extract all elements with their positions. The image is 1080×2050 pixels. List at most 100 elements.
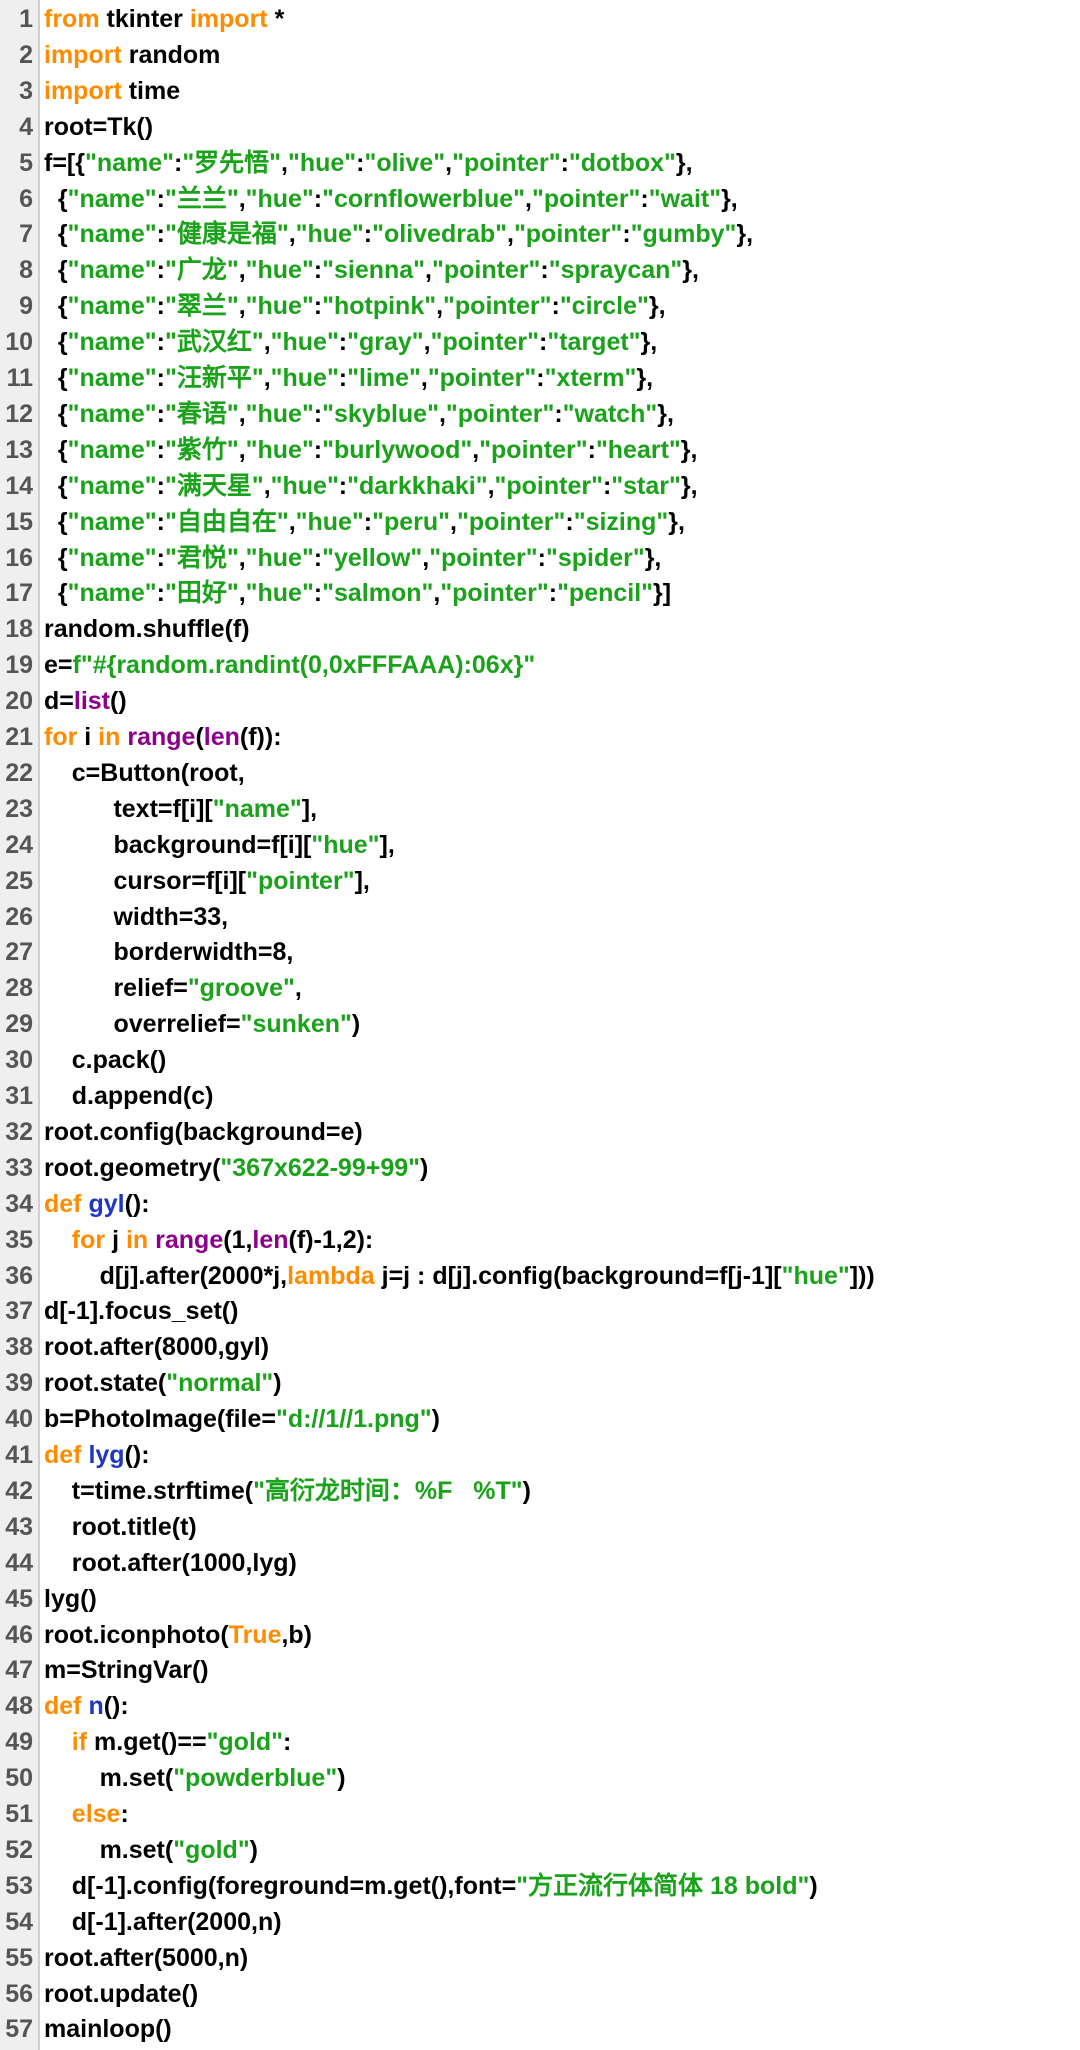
code-text: width=33, <box>44 899 228 935</box>
code-line[interactable]: 40 b=PhotoImage(file="d://1//1.png") <box>0 1401 1080 1437</box>
code-text: cursor=f[i]["pointer"], <box>44 863 370 899</box>
code-token-txt: , <box>487 471 495 500</box>
code-token-str: "自由自在" <box>164 507 289 536</box>
code-line[interactable]: 9 {"name":"翠兰","hue":"hotpink","pointer"… <box>0 288 1080 324</box>
code-line[interactable]: 30 c.pack() <box>0 1042 1080 1078</box>
code-line[interactable]: 56 root.update() <box>0 1976 1080 2012</box>
code-line[interactable]: 54 d[-1].after(2000,n) <box>0 1904 1080 1940</box>
code-line[interactable]: 31 d.append(c) <box>0 1078 1080 1114</box>
code-line[interactable]: 10 {"name":"武汉红","hue":"gray","pointer":… <box>0 324 1080 360</box>
code-token-txt: , <box>238 399 246 428</box>
code-line[interactable]: 47 m=StringVar() <box>0 1652 1080 1688</box>
code-line[interactable]: 36 d[j].after(2000*j,lambda j=j : d[j].c… <box>0 1258 1080 1294</box>
code-line[interactable]: 26 width=33, <box>0 899 1080 935</box>
code-token-txt: : <box>156 507 165 536</box>
code-line[interactable]: 11 {"name":"汪新平","hue":"lime","pointer":… <box>0 360 1080 396</box>
code-token-kw: def <box>44 1441 82 1469</box>
code-line[interactable]: 46 root.iconphoto(True,b) <box>0 1617 1080 1653</box>
code-line[interactable]: 5 f=[{"name":"罗先悟","hue":"olive","pointer… <box>0 145 1080 181</box>
code-line[interactable]: 29 overrelief="sunken") <box>0 1006 1080 1042</box>
code-token-str: "watch" <box>562 399 658 428</box>
code-token-kw: lambda <box>287 1261 375 1290</box>
code-text: root.state("normal") <box>44 1365 282 1401</box>
code-line[interactable]: 13 {"name":"紫竹","hue":"burlywood","point… <box>0 432 1080 468</box>
code-line[interactable]: 22 c=Button(root, <box>0 755 1080 791</box>
code-line[interactable]: 17 {"name":"田好","hue":"salmon","pointer"… <box>0 575 1080 611</box>
code-line[interactable]: 39 root.state("normal") <box>0 1365 1080 1401</box>
code-line[interactable]: 4 root=Tk() <box>0 109 1080 145</box>
code-line[interactable]: 48 def n(): <box>0 1688 1080 1724</box>
code-line[interactable]: 45 lyg() <box>0 1581 1080 1617</box>
code-token-txt: , <box>288 507 296 536</box>
code-line[interactable]: 25 cursor=f[i]["pointer"], <box>0 863 1080 899</box>
code-line[interactable]: 16 {"name":"君悦","hue":"yellow","pointer"… <box>0 540 1080 576</box>
code-token-txt: { <box>44 543 68 572</box>
code-token-txt: () <box>110 687 127 716</box>
code-token-txt: , <box>238 579 246 608</box>
code-line[interactable]: 32 root.config(background=e) <box>0 1114 1080 1150</box>
code-line[interactable]: 53 d[-1].config(foreground=m.get(),font=… <box>0 1868 1080 1904</box>
code-line[interactable]: 24 background=f[i]["hue"], <box>0 827 1080 863</box>
code-line[interactable]: 1 from tkinter import * <box>0 1 1080 37</box>
code-line[interactable]: 35 for j in range(1,len(f)-1,2): <box>0 1222 1080 1258</box>
code-token-txt: : <box>156 435 165 464</box>
code-token-def: gyl <box>88 1189 125 1218</box>
code-line[interactable]: 38 root.after(8000,gyl) <box>0 1329 1080 1365</box>
code-line[interactable]: 33 root.geometry("367x622-99+99") <box>0 1150 1080 1186</box>
code-token-txt: overrelief= <box>44 1010 241 1039</box>
code-line[interactable]: 21 for i in range(len(f)): <box>0 719 1080 755</box>
code-line[interactable]: 41 def lyg(): <box>0 1437 1080 1473</box>
code-line[interactable]: 49 if m.get()=="gold": <box>0 1724 1080 1760</box>
code-line[interactable]: 57 mainloop() <box>0 2011 1080 2047</box>
code-token-str: "name" <box>67 364 157 392</box>
code-text: {"name":"兰兰","hue":"cornflowerblue","poi… <box>44 181 738 217</box>
code-line[interactable]: 14 {"name":"满天星","hue":"darkkhaki","poin… <box>0 468 1080 504</box>
code-line[interactable]: 34 def gyl(): <box>0 1186 1080 1222</box>
code-token-txt: ], <box>354 866 370 895</box>
code-line[interactable]: 37 d[-1].focus_set() <box>0 1293 1080 1329</box>
code-editor[interactable]: 1 from tkinter import * 2 import random 3 imp… <box>0 0 1080 2050</box>
code-line[interactable]: 43 root.title(t) <box>0 1509 1080 1545</box>
code-token-str: f"#{random.randint(0,0xFFFAAA):06x}" <box>72 651 536 680</box>
line-number: 33 <box>5 1153 33 1182</box>
code-line[interactable]: 52 m.set("gold") <box>0 1832 1080 1868</box>
code-token-str: "pointer" <box>440 579 549 608</box>
code-token-txt: random <box>121 40 221 69</box>
code-token-txt: ) <box>337 1764 346 1793</box>
code-line[interactable]: 12 {"name":"春语","hue":"skyblue","pointer… <box>0 396 1080 432</box>
code-line[interactable]: 2 import random <box>0 37 1080 73</box>
code-token-str: "olive" <box>364 148 446 177</box>
code-line[interactable]: 55 root.after(5000,n) <box>0 1940 1080 1976</box>
code-line[interactable]: 50 m.set("powderblue") <box>0 1760 1080 1796</box>
code-line[interactable]: 6 {"name":"兰兰","hue":"cornflowerblue","p… <box>0 181 1080 217</box>
code-text: {"name":"君悦","hue":"yellow","pointer":"s… <box>44 540 662 576</box>
code-line[interactable]: 42 t=time.strftime("高衍龙时间：%F %T") <box>0 1473 1080 1509</box>
code-token-txt: { <box>44 579 68 608</box>
code-token-txt: { <box>44 471 68 500</box>
code-token-str: "dotbox" <box>568 148 676 177</box>
code-line[interactable]: 44 root.after(1000,lyg) <box>0 1545 1080 1581</box>
code-line[interactable]: 18 random.shuffle(f) <box>0 611 1080 647</box>
code-line[interactable]: 7 {"name":"健康是福","hue":"olivedrab","poin… <box>0 216 1080 252</box>
code-text: mainloop() <box>44 2011 172 2047</box>
code-token-str: "满天星" <box>164 471 264 500</box>
code-text: d[-1].focus_set() <box>44 1293 238 1329</box>
code-line[interactable]: 19 e=f"#{random.randint(0,0xFFFAAA):06x}" <box>0 647 1080 683</box>
code-line[interactable]: 15 {"name":"自由自在","hue":"peru","pointer"… <box>0 504 1080 540</box>
code-line[interactable]: 8 {"name":"广龙","hue":"sienna","pointer":… <box>0 252 1080 288</box>
code-line[interactable]: 27 borderwidth=8, <box>0 934 1080 970</box>
code-token-txt: , <box>423 328 431 357</box>
code-token-str: "burlywood" <box>322 435 473 464</box>
code-token-str: "紫竹" <box>164 435 239 464</box>
code-token-txt: }] <box>653 579 672 608</box>
line-number: 21 <box>5 723 33 751</box>
code-line[interactable]: 3 import time <box>0 73 1080 109</box>
code-line[interactable]: 28 relief="groove", <box>0 970 1080 1006</box>
code-line[interactable]: 23 text=f[i]["name"], <box>0 791 1080 827</box>
code-line[interactable]: 20 d=list() <box>0 683 1080 719</box>
code-token-kw: in <box>98 723 121 751</box>
code-token-txt: : <box>622 220 631 249</box>
code-token-txt: ) <box>431 1405 440 1434</box>
code-token-txt: ], <box>301 794 318 823</box>
code-line[interactable]: 51 else: <box>0 1796 1080 1832</box>
